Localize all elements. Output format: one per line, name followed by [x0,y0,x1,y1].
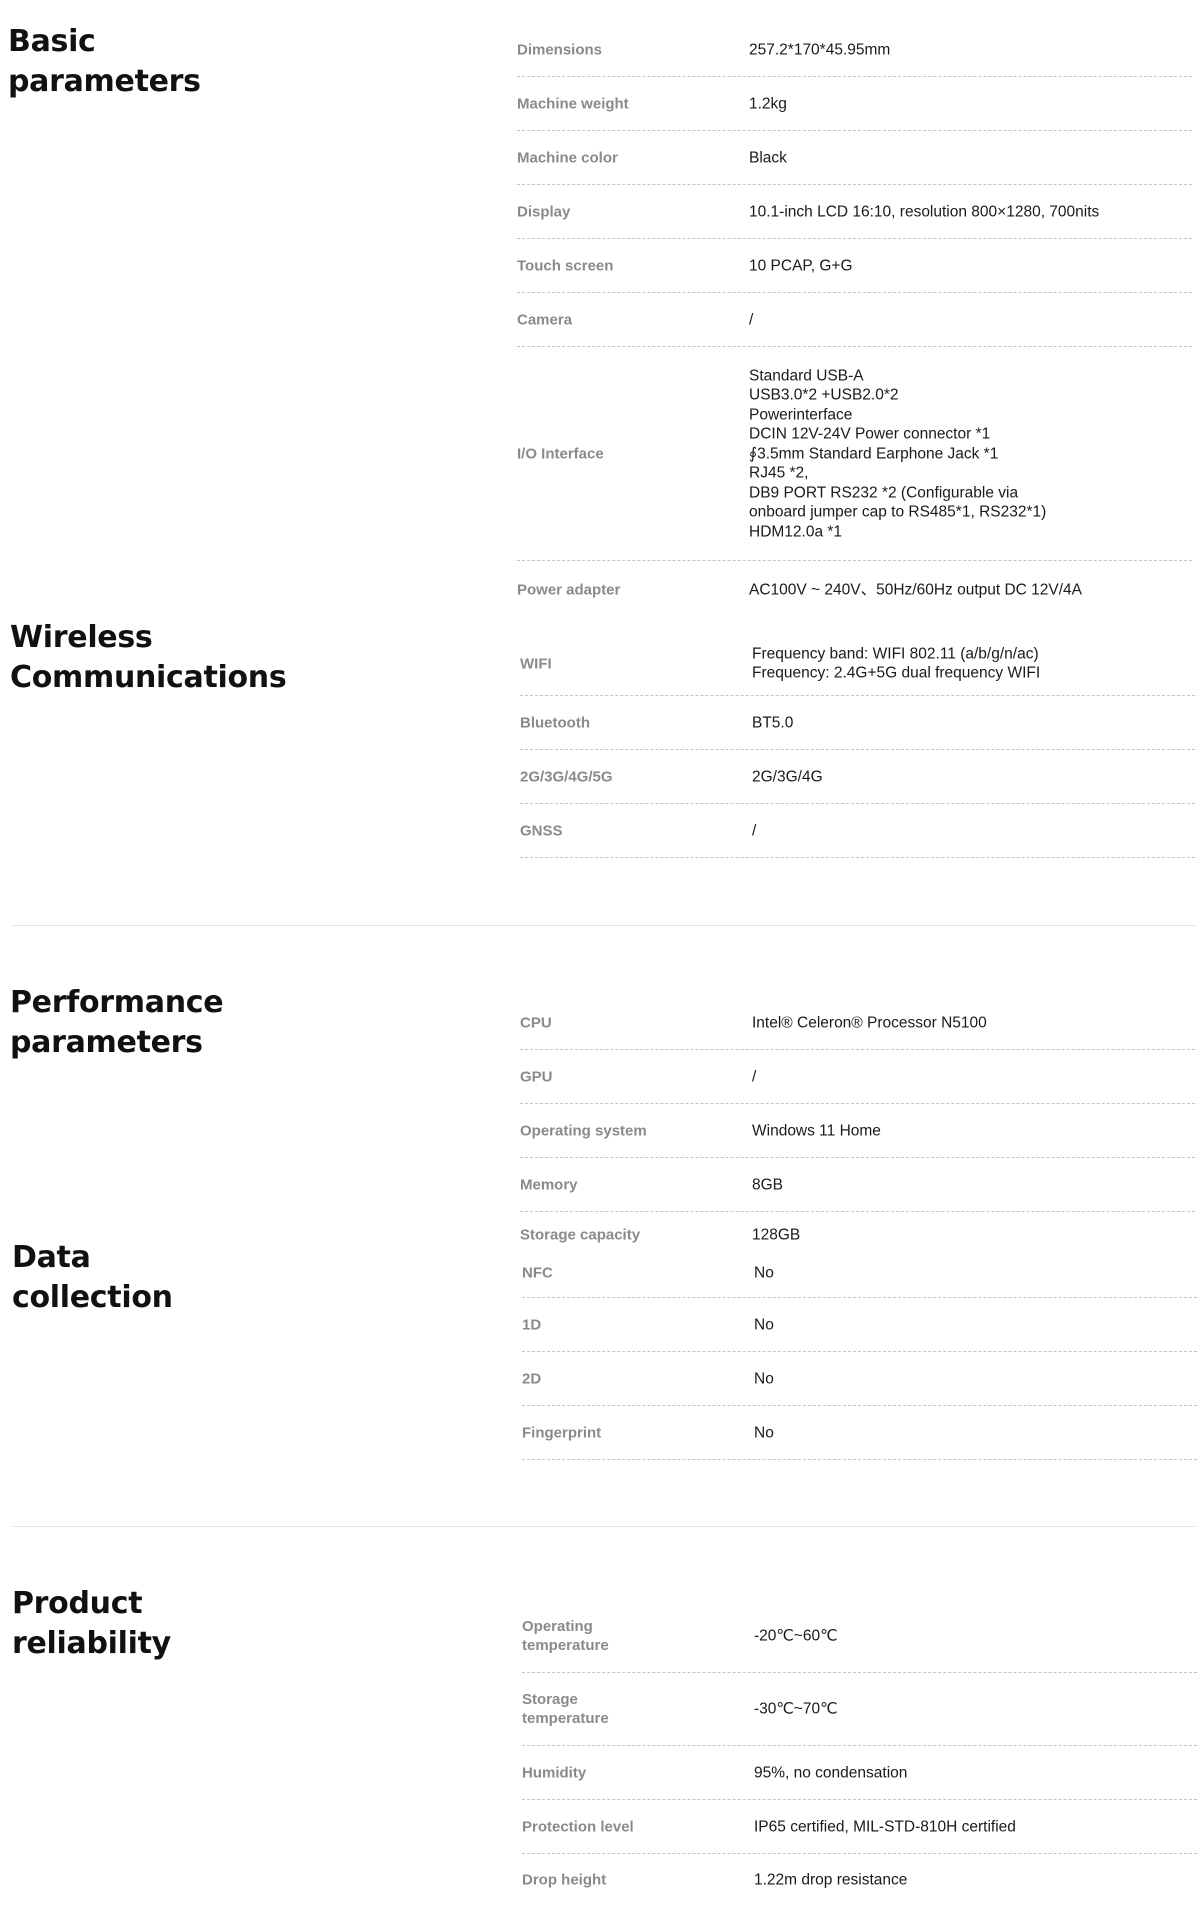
spec-row-gnss: GNSS / [520,804,1195,858]
product-reliability-table: Operating temperature -20℃~60℃ Storage t… [522,1600,1197,1906]
spec-label: WIFI [520,655,552,672]
data-collection-table: NFC No 1D No 2D No Fingerprint No [522,1248,1197,1460]
spec-row-machine-weight: Machine weight 1.2kg [517,77,1192,131]
spec-row-2d: 2D No [522,1352,1197,1406]
spec-row-bluetooth: Bluetooth BT5.0 [520,696,1195,750]
spec-value: / [752,1067,757,1085]
spec-label: I/O Interface [517,445,604,462]
spec-value: Frequency band: WIFI 802.11 (a/b/g/n/ac)… [752,645,1041,682]
spec-row-fingerprint: Fingerprint No [522,1406,1197,1460]
spec-label: Storage capacity [520,1226,641,1244]
section-title-wireless-communications: Wireless Communications [10,620,287,695]
spec-row-display: Display 10.1-inch LCD 16:10, resolution … [517,185,1192,239]
spec-label: GNSS [520,822,563,839]
spec-value: Windows 11 Home [752,1121,881,1139]
performance-parameters-table: CPU Intel® Celeron® Processor N5100 GPU … [520,996,1195,1258]
spec-row-io-interface: I/O Interface Standard USB-A USB3.0*2 +U… [517,347,1192,561]
spec-value: BT5.0 [752,713,794,731]
spec-row-protection-level: Protection level IP65 certified, MIL-STD… [522,1800,1197,1854]
spec-label: Storage temperature [522,1691,609,1727]
spec-value: AC100V ~ 240V、50Hz/60Hz output DC 12V/4A [749,581,1083,599]
spec-label: Protection level [522,1818,634,1835]
spec-value: 2G/3G/4G [752,767,823,785]
spec-row-nfc: NFC No [522,1248,1197,1298]
spec-value: 10.1-inch LCD 16:10, resolution 800×1280… [749,202,1100,220]
spec-label: NFC [522,1264,553,1281]
spec-label: Operating system [520,1122,647,1139]
spec-label: Operating temperature [522,1618,609,1654]
spec-row-storage-temperature: Storage temperature -30℃~70℃ [522,1673,1197,1746]
spec-value: Standard USB-A USB3.0*2 +USB2.0*2 Poweri… [749,366,1047,540]
spec-value: 10 PCAP, G+G [749,256,853,274]
spec-label: Touch screen [517,257,614,274]
section-title-basic-parameters: Basic parameters [8,24,201,99]
spec-label: Humidity [522,1764,587,1781]
spec-value: 8GB [752,1175,784,1193]
spec-label: 2D [522,1370,542,1387]
basic-parameters-table: Dimensions 257.2*170*45.95mm Machine wei… [517,23,1192,619]
spec-row-operating-temperature: Operating temperature -20℃~60℃ [522,1600,1197,1673]
spec-value: -20℃~60℃ [754,1627,838,1645]
section-title-data-collection: Data collection [12,1240,173,1315]
spec-value: / [749,310,754,328]
spec-value: 257.2*170*45.95mm [749,40,891,58]
spec-value: No [754,1315,774,1333]
spec-row-camera: Camera / [517,293,1192,347]
section-title-product-reliability: Product reliability [12,1586,171,1661]
spec-value: 128GB [752,1226,801,1244]
spec-label: Display [517,203,571,220]
spec-value: No [754,1423,774,1441]
spec-row-memory: Memory 8GB [520,1158,1195,1212]
section-divider [12,1526,1196,1527]
spec-label: CPU [520,1014,552,1031]
spec-row-gpu: GPU / [520,1050,1195,1104]
spec-label: Memory [520,1176,578,1193]
spec-row-power-adapter: Power adapter AC100V ~ 240V、50Hz/60Hz ou… [517,561,1192,619]
spec-row-operating-system: Operating system Windows 11 Home [520,1104,1195,1158]
spec-label: Machine color [517,149,618,166]
spec-label: Drop height [522,1871,607,1889]
spec-label: Power adapter [517,581,621,599]
spec-label: Fingerprint [522,1424,602,1441]
spec-value: Intel® Celeron® Processor N5100 [752,1013,987,1031]
spec-value: No [754,1369,774,1387]
spec-label: Machine weight [517,95,629,112]
spec-label: Bluetooth [520,714,590,731]
spec-value: No [754,1263,774,1281]
spec-value: -30℃~70℃ [754,1700,838,1718]
wireless-communications-table: WIFI Frequency band: WIFI 802.11 (a/b/g/… [520,632,1195,858]
spec-row-humidity: Humidity 95%, no condensation [522,1746,1197,1800]
section-title-performance-parameters: Performance parameters [10,985,224,1060]
spec-label: Camera [517,311,573,328]
spec-row-machine-color: Machine color Black [517,131,1192,185]
spec-value: Black [749,148,787,166]
spec-row-dimensions: Dimensions 257.2*170*45.95mm [517,23,1192,77]
spec-row-cellular: 2G/3G/4G/5G 2G/3G/4G [520,750,1195,804]
spec-row-wifi: WIFI Frequency band: WIFI 802.11 (a/b/g/… [520,632,1195,696]
spec-value: IP65 certified, MIL-STD-810H certified [754,1817,1016,1835]
spec-row-1d: 1D No [522,1298,1197,1352]
spec-value: 1.2kg [749,94,787,112]
spec-label: 2G/3G/4G/5G [520,768,613,785]
spec-row-drop-height: Drop height 1.22m drop resistance [522,1854,1197,1906]
spec-value: 95%, no condensation [754,1763,908,1781]
spec-row-cpu: CPU Intel® Celeron® Processor N5100 [520,996,1195,1050]
section-divider [12,925,1196,926]
spec-value: / [752,821,757,839]
spec-value: 1.22m drop resistance [754,1871,908,1889]
spec-row-touch-screen: Touch screen 10 PCAP, G+G [517,239,1192,293]
spec-label: Dimensions [517,41,603,58]
spec-label: 1D [522,1316,542,1333]
spec-label: GPU [520,1068,553,1085]
